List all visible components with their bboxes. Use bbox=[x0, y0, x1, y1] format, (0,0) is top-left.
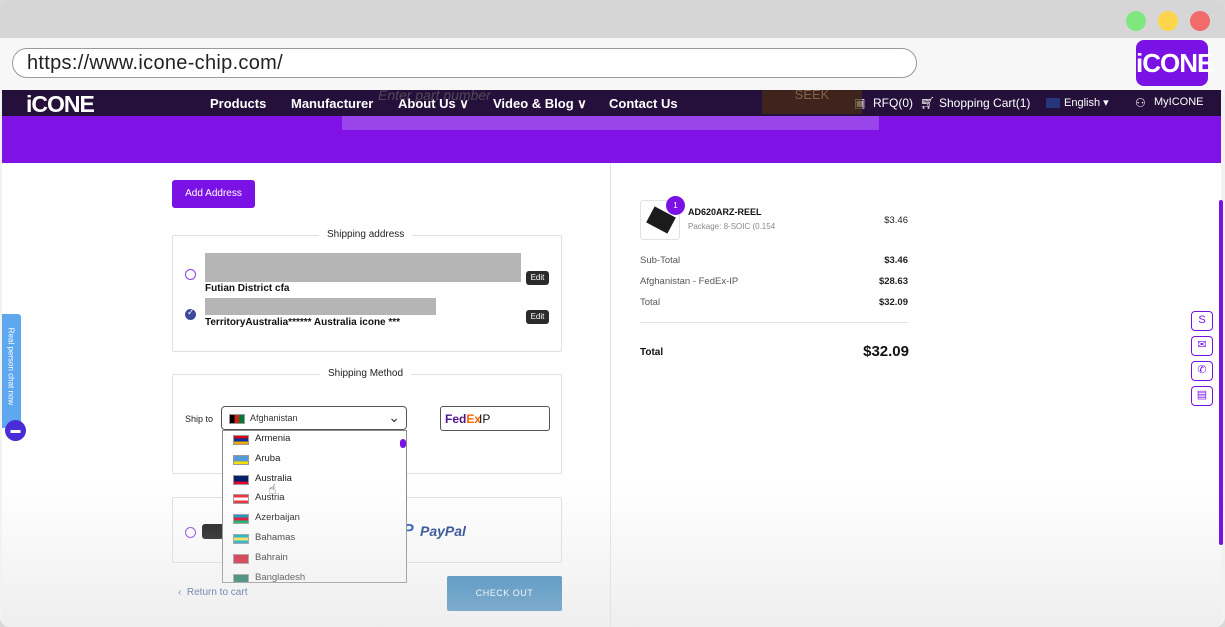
subtotal-label: Sub-Total bbox=[640, 255, 681, 266]
address-1-redacted bbox=[205, 253, 521, 282]
title-bar bbox=[0, 0, 1225, 38]
minimize-button[interactable] bbox=[1158, 11, 1178, 31]
nav-rfq[interactable]: RFQ(0) bbox=[873, 96, 913, 110]
nav-language[interactable]: English ▾ bbox=[1064, 96, 1109, 109]
edit-address-1-button[interactable]: Edit bbox=[526, 271, 549, 285]
payment-card-icon bbox=[202, 524, 224, 539]
shipping-address-title: Shipping address bbox=[319, 229, 413, 240]
chevron-left-icon: ‹ bbox=[178, 587, 187, 598]
cart-icon[interactable]: 🛒︎ bbox=[920, 96, 935, 110]
grand-total-label: Total bbox=[640, 347, 664, 358]
skype-icon[interactable]: S bbox=[1191, 311, 1213, 331]
selected-country: Afghanistan bbox=[250, 413, 298, 423]
country-flag-icon bbox=[233, 573, 249, 582]
country-option[interactable]: Austria bbox=[223, 490, 406, 510]
product-price: $3.46 bbox=[884, 215, 908, 226]
edit-address-2-button[interactable]: Edit bbox=[526, 310, 549, 324]
afghanistan-flag-icon bbox=[229, 414, 245, 424]
nav-cart[interactable]: Shopping Cart(1) bbox=[939, 96, 1030, 110]
user-icon[interactable]: ⚇ bbox=[1135, 96, 1146, 110]
search-input-ghost[interactable]: Enter part number bbox=[358, 88, 763, 114]
country-option[interactable]: Aruba bbox=[223, 451, 406, 471]
shipping-cost-label: Afghanistan - FedEx-IP bbox=[640, 276, 739, 287]
country-option-label: Aruba bbox=[255, 452, 281, 464]
product-name: AD620ARZ-REEL bbox=[688, 207, 762, 217]
country-option[interactable]: Armenia bbox=[223, 431, 406, 451]
chat-bubble-icon[interactable]: ▬ bbox=[5, 420, 26, 441]
hand-cursor-icon: ☝︎ bbox=[268, 481, 277, 497]
carrier-service: IP bbox=[479, 412, 491, 426]
catalog-icon[interactable]: ▤ bbox=[1191, 386, 1213, 406]
summary-divider bbox=[640, 322, 908, 323]
country-option-label: Azerbaijan bbox=[255, 512, 300, 524]
country-option[interactable]: Bahrain bbox=[223, 550, 406, 570]
address-2-text: TerritoryAustralia****** Australia icone… bbox=[205, 317, 401, 328]
country-flag-icon bbox=[233, 553, 249, 564]
fedex-logo-fed: Fed bbox=[445, 412, 467, 426]
nav-products[interactable]: Products bbox=[210, 96, 266, 111]
country-option-label: Bahrain bbox=[255, 551, 288, 563]
country-option-label: Armenia bbox=[255, 433, 291, 444]
ship-to-label: Ship to bbox=[185, 414, 214, 424]
country-flag-icon bbox=[233, 454, 249, 465]
payment-radio[interactable] bbox=[185, 527, 196, 538]
country-option[interactable]: Bahamas bbox=[223, 530, 406, 550]
country-option-label: Bahamas bbox=[255, 532, 296, 543]
page-scrollbar[interactable] bbox=[1219, 200, 1223, 545]
seek-button-ghost[interactable]: SEEK bbox=[762, 88, 862, 114]
country-select[interactable]: Afghanistan ⌄ bbox=[221, 406, 407, 430]
add-address-button[interactable]: Add Address bbox=[172, 180, 255, 208]
subtotal-value: $3.46 bbox=[884, 255, 908, 266]
country-flag-icon bbox=[233, 474, 249, 485]
column-divider bbox=[610, 163, 611, 627]
chevron-down-icon: ⌄ bbox=[388, 409, 400, 425]
live-chat-tab[interactable]: Real person chat now bbox=[2, 314, 21, 428]
maximize-button[interactable] bbox=[1126, 11, 1146, 31]
header-band-search-overlay bbox=[342, 116, 879, 130]
live-chat-label: Real person chat now bbox=[6, 327, 16, 406]
country-option[interactable]: Azerbaijan bbox=[223, 510, 406, 530]
country-option[interactable]: Bangladesh bbox=[223, 570, 406, 583]
address-radio-1[interactable] bbox=[185, 269, 196, 280]
paypal-label[interactable]: PayPal bbox=[420, 523, 466, 539]
country-dropdown-list[interactable]: Armenia Aruba Australia Austria Azerbaijan Ba… bbox=[222, 430, 407, 583]
icone-app-logo: iCONE bbox=[1136, 40, 1214, 86]
total-row-label: Total bbox=[640, 297, 661, 308]
address-1-text: Futian District cfa bbox=[205, 283, 290, 294]
quantity-badge: 1 bbox=[666, 196, 685, 215]
uk-flag-icon bbox=[1046, 98, 1060, 108]
email-icon[interactable]: ✉ bbox=[1191, 336, 1213, 356]
shipping-method-title: Shipping Method bbox=[320, 368, 412, 379]
address-radio-2[interactable] bbox=[185, 307, 196, 320]
shipping-cost-value: $28.63 bbox=[878, 276, 908, 287]
floating-contact-icons: S ✉ ✆ ▤ bbox=[1191, 311, 1213, 407]
whatsapp-icon[interactable]: ✆ bbox=[1191, 361, 1213, 381]
grand-total-value: $32.09 bbox=[863, 343, 909, 360]
country-flag-icon bbox=[233, 494, 249, 505]
country-flag-icon bbox=[233, 534, 249, 544]
url-field[interactable]: https://www.icone-chip.com/ bbox=[12, 48, 917, 78]
return-to-cart-label: Return to cart bbox=[186, 587, 248, 598]
country-flag-icon bbox=[233, 514, 249, 525]
country-option-label: Bangladesh bbox=[255, 571, 306, 583]
close-button[interactable] bbox=[1190, 11, 1210, 31]
product-package: Package: 8-SOIC (0.154 bbox=[688, 222, 776, 231]
carrier-fedex-ip[interactable]: FedEx IP bbox=[440, 406, 550, 431]
address-2-redacted bbox=[205, 298, 436, 315]
site-logo[interactable]: iCONE bbox=[26, 91, 95, 118]
country-option[interactable]: Australia bbox=[223, 471, 406, 491]
fedex-logo: FedEx bbox=[445, 412, 481, 426]
browser-window: https://www.icone-chip.com/ iCONE iCONE … bbox=[0, 0, 1225, 627]
total-row-value: $32.09 bbox=[878, 297, 908, 308]
address-bar-row: https://www.icone-chip.com/ iCONE bbox=[0, 38, 1225, 90]
country-flag-icon bbox=[233, 435, 249, 445]
nav-account[interactable]: MyICONE bbox=[1154, 96, 1204, 108]
return-to-cart-link[interactable]: ‹ Return to cart bbox=[178, 587, 247, 598]
checkout-button[interactable]: CHECK OUT bbox=[447, 576, 562, 611]
